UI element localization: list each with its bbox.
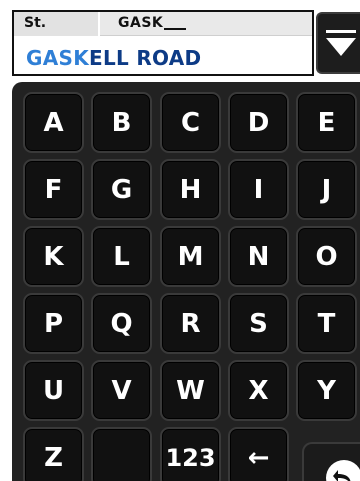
- key-g[interactable]: G: [91, 159, 152, 220]
- backspace-key[interactable]: ←: [228, 427, 289, 481]
- suggestion-rest-text: ELL ROAD: [89, 46, 202, 70]
- address-entry-panel: St. GASK GASKELL ROAD: [12, 10, 314, 76]
- key-a[interactable]: A: [23, 92, 84, 153]
- entry-header: St. GASK: [14, 12, 312, 36]
- key-z[interactable]: Z: [23, 427, 84, 481]
- key-f[interactable]: F: [23, 159, 84, 220]
- text-cursor: [164, 28, 187, 30]
- key-blank[interactable]: [91, 427, 152, 481]
- key-u[interactable]: U: [23, 360, 84, 421]
- street-type-label: St.: [14, 12, 100, 36]
- key-i[interactable]: I: [228, 159, 289, 220]
- key-b[interactable]: B: [91, 92, 152, 153]
- key-v[interactable]: V: [91, 360, 152, 421]
- key-k[interactable]: K: [23, 226, 84, 287]
- suggestion-match-text: GASK: [26, 46, 89, 70]
- key-h[interactable]: H: [160, 159, 221, 220]
- backspace-arrow-icon: ←: [247, 442, 270, 473]
- back-icon: [326, 460, 360, 481]
- key-y[interactable]: Y: [296, 360, 357, 421]
- key-x[interactable]: X: [228, 360, 289, 421]
- typed-text: GASK: [118, 15, 164, 31]
- dropdown-icon-bar: [326, 30, 356, 33]
- key-d[interactable]: D: [228, 92, 289, 153]
- back-button[interactable]: [302, 442, 360, 481]
- key-t[interactable]: T: [296, 293, 357, 354]
- key-e[interactable]: E: [296, 92, 357, 153]
- street-suggestion[interactable]: GASKELL ROAD: [26, 46, 201, 70]
- key-m[interactable]: M: [160, 226, 221, 287]
- key-p[interactable]: P: [23, 293, 84, 354]
- key-w[interactable]: W: [160, 360, 221, 421]
- keyboard: A B C D E F G H I J K L M N O P Q R S T …: [12, 82, 360, 481]
- dropdown-icon: [326, 38, 356, 56]
- key-s[interactable]: S: [228, 293, 289, 354]
- key-o[interactable]: O: [296, 226, 357, 287]
- suggestion-list-button[interactable]: [316, 12, 360, 74]
- key-r[interactable]: R: [160, 293, 221, 354]
- key-j[interactable]: J: [296, 159, 357, 220]
- key-c[interactable]: C: [160, 92, 221, 153]
- key-l[interactable]: L: [91, 226, 152, 287]
- screen: St. GASK GASKELL ROAD A B C D E F G H I …: [0, 0, 360, 481]
- key-q[interactable]: Q: [91, 293, 152, 354]
- numbers-key[interactable]: 123: [160, 427, 221, 481]
- address-input[interactable]: GASK: [118, 12, 187, 36]
- key-n[interactable]: N: [228, 226, 289, 287]
